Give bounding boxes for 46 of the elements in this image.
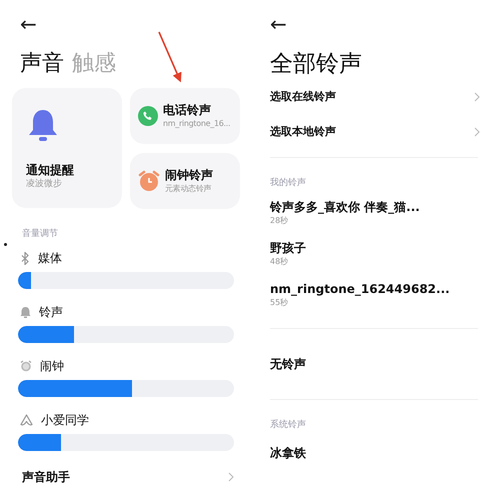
ringtone-card[interactable]: 电话铃声 nm_ringtone_16... xyxy=(130,88,240,144)
ringtone-duration: 48秒 xyxy=(270,256,290,267)
volume-slider[interactable] xyxy=(18,326,234,343)
volume-label: 闹钟 xyxy=(40,358,64,374)
alarm-clock-icon xyxy=(20,360,32,372)
alarm-clock-icon xyxy=(138,170,160,192)
assistant-icon xyxy=(20,414,33,426)
menu-item[interactable]: 选取本地铃声 xyxy=(270,125,480,139)
chevron-icon xyxy=(228,472,234,482)
card-title: 通知提醒 xyxy=(26,162,75,178)
volume-slider[interactable] xyxy=(18,380,234,397)
section-header: 音量调节 xyxy=(22,228,59,240)
back-button[interactable]: ← xyxy=(20,14,37,34)
ringtone-name[interactable]: 冰拿铁 xyxy=(270,445,500,461)
chevron-icon xyxy=(474,92,480,102)
page-title: 全部铃声 xyxy=(270,50,363,78)
bell-icon xyxy=(20,306,31,318)
volume-label: 铃声 xyxy=(39,304,63,320)
notification-card[interactable]: 通知提醒 凌波微步 xyxy=(12,88,122,208)
bullet-dot xyxy=(4,243,7,246)
ringtone-name[interactable]: 野孩子 xyxy=(270,240,500,256)
card-subtitle: 凌波微步 xyxy=(26,178,63,190)
back-button[interactable]: ← xyxy=(270,14,287,34)
alarm-card[interactable]: 闹钟铃声 元素动态铃声 xyxy=(130,153,240,209)
menu-item[interactable]: 选取在线铃声 xyxy=(270,90,480,104)
ringtone-name[interactable]: 铃声多多_喜欢你 伴奏_猫... xyxy=(270,199,500,215)
ringtone-duration: 28秒 xyxy=(270,215,290,226)
ringtone-name[interactable]: 无铃声 xyxy=(270,356,500,372)
card-subtitle: nm_ringtone_16... xyxy=(163,118,230,130)
bell-icon xyxy=(28,108,58,142)
card-title: 电话铃声 xyxy=(163,102,212,118)
ringtone-duration: 55秒 xyxy=(270,297,290,308)
phone-icon xyxy=(138,106,158,126)
volume-label: 媒体 xyxy=(38,250,62,266)
chevron-icon xyxy=(474,127,480,137)
section-header: 我的铃声 xyxy=(270,177,307,189)
card-subtitle: 元素动态铃声 xyxy=(165,183,212,195)
bluetooth-icon xyxy=(20,252,30,264)
setting-title[interactable]: 声音助手 xyxy=(22,469,70,485)
section-header: 系统铃声 xyxy=(270,419,307,431)
card-title: 闹钟铃声 xyxy=(165,167,213,183)
volume-label: 小爱同学 xyxy=(41,412,89,428)
page-title: 声音 xyxy=(20,50,64,78)
ringtone-name[interactable]: nm_ringtone_162449682... xyxy=(270,281,500,297)
volume-slider[interactable] xyxy=(18,434,234,451)
volume-slider[interactable] xyxy=(18,272,234,289)
